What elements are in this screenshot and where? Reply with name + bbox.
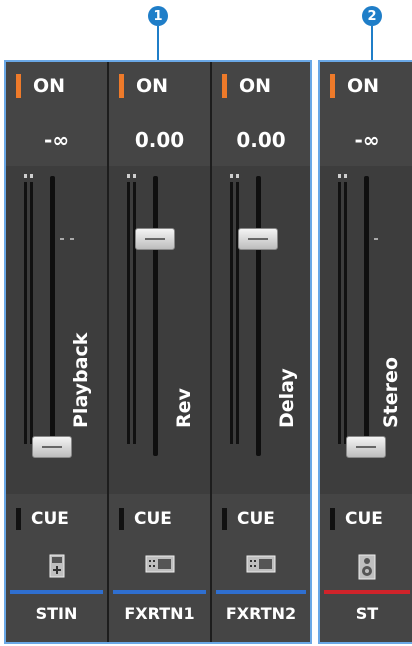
channel-color-bar [113, 590, 206, 594]
fader-value-display: -∞ [6, 114, 107, 167]
fader-area: Delay [212, 166, 310, 495]
callout-2: 2 [362, 6, 382, 26]
channel-icon-cell[interactable] [320, 546, 412, 591]
channel-group-inputs: ON -∞ Playback CUE STIN ON 0.00 Rev CUE … [4, 60, 312, 644]
fader-0db-tick [70, 238, 74, 240]
on-indicator [119, 74, 124, 98]
callout-1: 1 [148, 6, 168, 26]
meter-peak-dot [338, 174, 341, 178]
level-meter-left [230, 182, 233, 444]
channel-color-bar [324, 590, 410, 594]
meter-peak-dot [236, 174, 239, 178]
fader-knob[interactable] [32, 436, 72, 458]
fader-area: Stereo [320, 166, 412, 495]
on-indicator [330, 74, 335, 98]
channel-name-cell[interactable]: STIN [6, 590, 107, 642]
channel-strip-stin: ON -∞ Playback CUE STIN [6, 62, 107, 642]
cue-indicator [222, 508, 227, 530]
fader-value: -∞ [354, 128, 380, 152]
fader-value-display: 0.00 [212, 114, 310, 167]
channel-icon-cell[interactable] [6, 546, 107, 591]
channel-name: FXRTN2 [225, 604, 297, 623]
on-button[interactable]: ON [212, 62, 310, 115]
fader-knob[interactable] [135, 228, 175, 250]
fader-knob[interactable] [346, 436, 386, 458]
cue-label: CUE [345, 509, 383, 529]
channel-strip-fxrtn1: ON 0.00 Rev CUE FXRTN1 [109, 62, 210, 642]
fader-track[interactable] [256, 176, 261, 456]
cue-label: CUE [237, 509, 275, 529]
fx-return-icon [145, 555, 174, 573]
channel-name: ST [355, 604, 379, 623]
fader-track[interactable] [50, 176, 55, 456]
fader-area: Rev [109, 166, 210, 495]
channel-label: Playback [70, 332, 92, 428]
channel-name-cell[interactable]: ST [320, 590, 412, 642]
channel-color-bar [10, 590, 103, 594]
fader-value: 0.00 [236, 128, 286, 152]
channel-name-cell[interactable]: FXRTN1 [109, 590, 210, 642]
meter-peak-dot [24, 174, 27, 178]
channel-strip-st: ON -∞ Stereo CUE ST [320, 62, 412, 642]
on-button[interactable]: ON [320, 62, 412, 115]
fader-knob[interactable] [238, 228, 278, 250]
meter-peak-dot [230, 174, 233, 178]
cue-indicator [16, 508, 21, 530]
fader-value: -∞ [44, 128, 69, 152]
channel-name-cell[interactable]: FXRTN2 [212, 590, 310, 642]
meter-peak-dot [344, 174, 347, 178]
channel-name: STIN [35, 604, 78, 623]
channel-icon-cell[interactable] [212, 546, 310, 591]
fader-0db-tick [60, 238, 64, 240]
meter-peak-dot [127, 174, 130, 178]
level-meter-right [133, 182, 136, 444]
fader-value: 0.00 [134, 128, 185, 152]
on-label: ON [136, 75, 169, 97]
level-meter-left [338, 182, 341, 444]
cue-button[interactable]: CUE [6, 494, 107, 547]
cue-indicator [119, 508, 124, 530]
channel-label: Rev [173, 388, 195, 428]
channel-strip-fxrtn2: ON 0.00 Delay CUE FXRTN2 [212, 62, 310, 642]
fader-track[interactable] [153, 176, 158, 456]
level-meter-left [127, 182, 130, 444]
on-indicator [222, 74, 227, 98]
meter-peak-dot [30, 174, 33, 178]
channel-icon-cell[interactable] [109, 546, 210, 591]
meter-peak-dot [133, 174, 136, 178]
fx-return-icon [246, 555, 276, 573]
callout-1-line [157, 26, 159, 62]
on-label: ON [33, 75, 66, 97]
cue-label: CUE [31, 509, 69, 529]
callout-2-line [371, 26, 373, 62]
cue-button[interactable]: CUE [320, 494, 412, 547]
channel-label: Delay [276, 368, 298, 428]
on-label: ON [239, 75, 272, 97]
channel-name: FXRTN1 [124, 604, 195, 623]
fader-value-display: 0.00 [109, 114, 210, 167]
level-meter-right [30, 182, 33, 444]
fader-value-display: -∞ [320, 114, 412, 167]
cue-indicator [330, 508, 335, 530]
fader-0db-tick [374, 238, 378, 240]
speaker-icon [358, 554, 376, 580]
on-button[interactable]: ON [109, 62, 210, 115]
stin-icon [49, 554, 64, 578]
level-meter-right [236, 182, 239, 444]
channel-group-stereo: ON -∞ Stereo CUE ST [318, 60, 412, 644]
channel-color-bar [216, 590, 306, 594]
cue-button[interactable]: CUE [212, 494, 310, 547]
fader-area: Playback [6, 166, 107, 495]
level-meter-right [344, 182, 347, 444]
on-indicator [16, 74, 21, 98]
cue-label: CUE [134, 509, 172, 529]
fader-track[interactable] [364, 176, 369, 456]
cue-button[interactable]: CUE [109, 494, 210, 547]
on-button[interactable]: ON [6, 62, 107, 115]
level-meter-left [24, 182, 27, 444]
channel-label: Stereo [380, 357, 402, 428]
on-label: ON [347, 75, 380, 97]
